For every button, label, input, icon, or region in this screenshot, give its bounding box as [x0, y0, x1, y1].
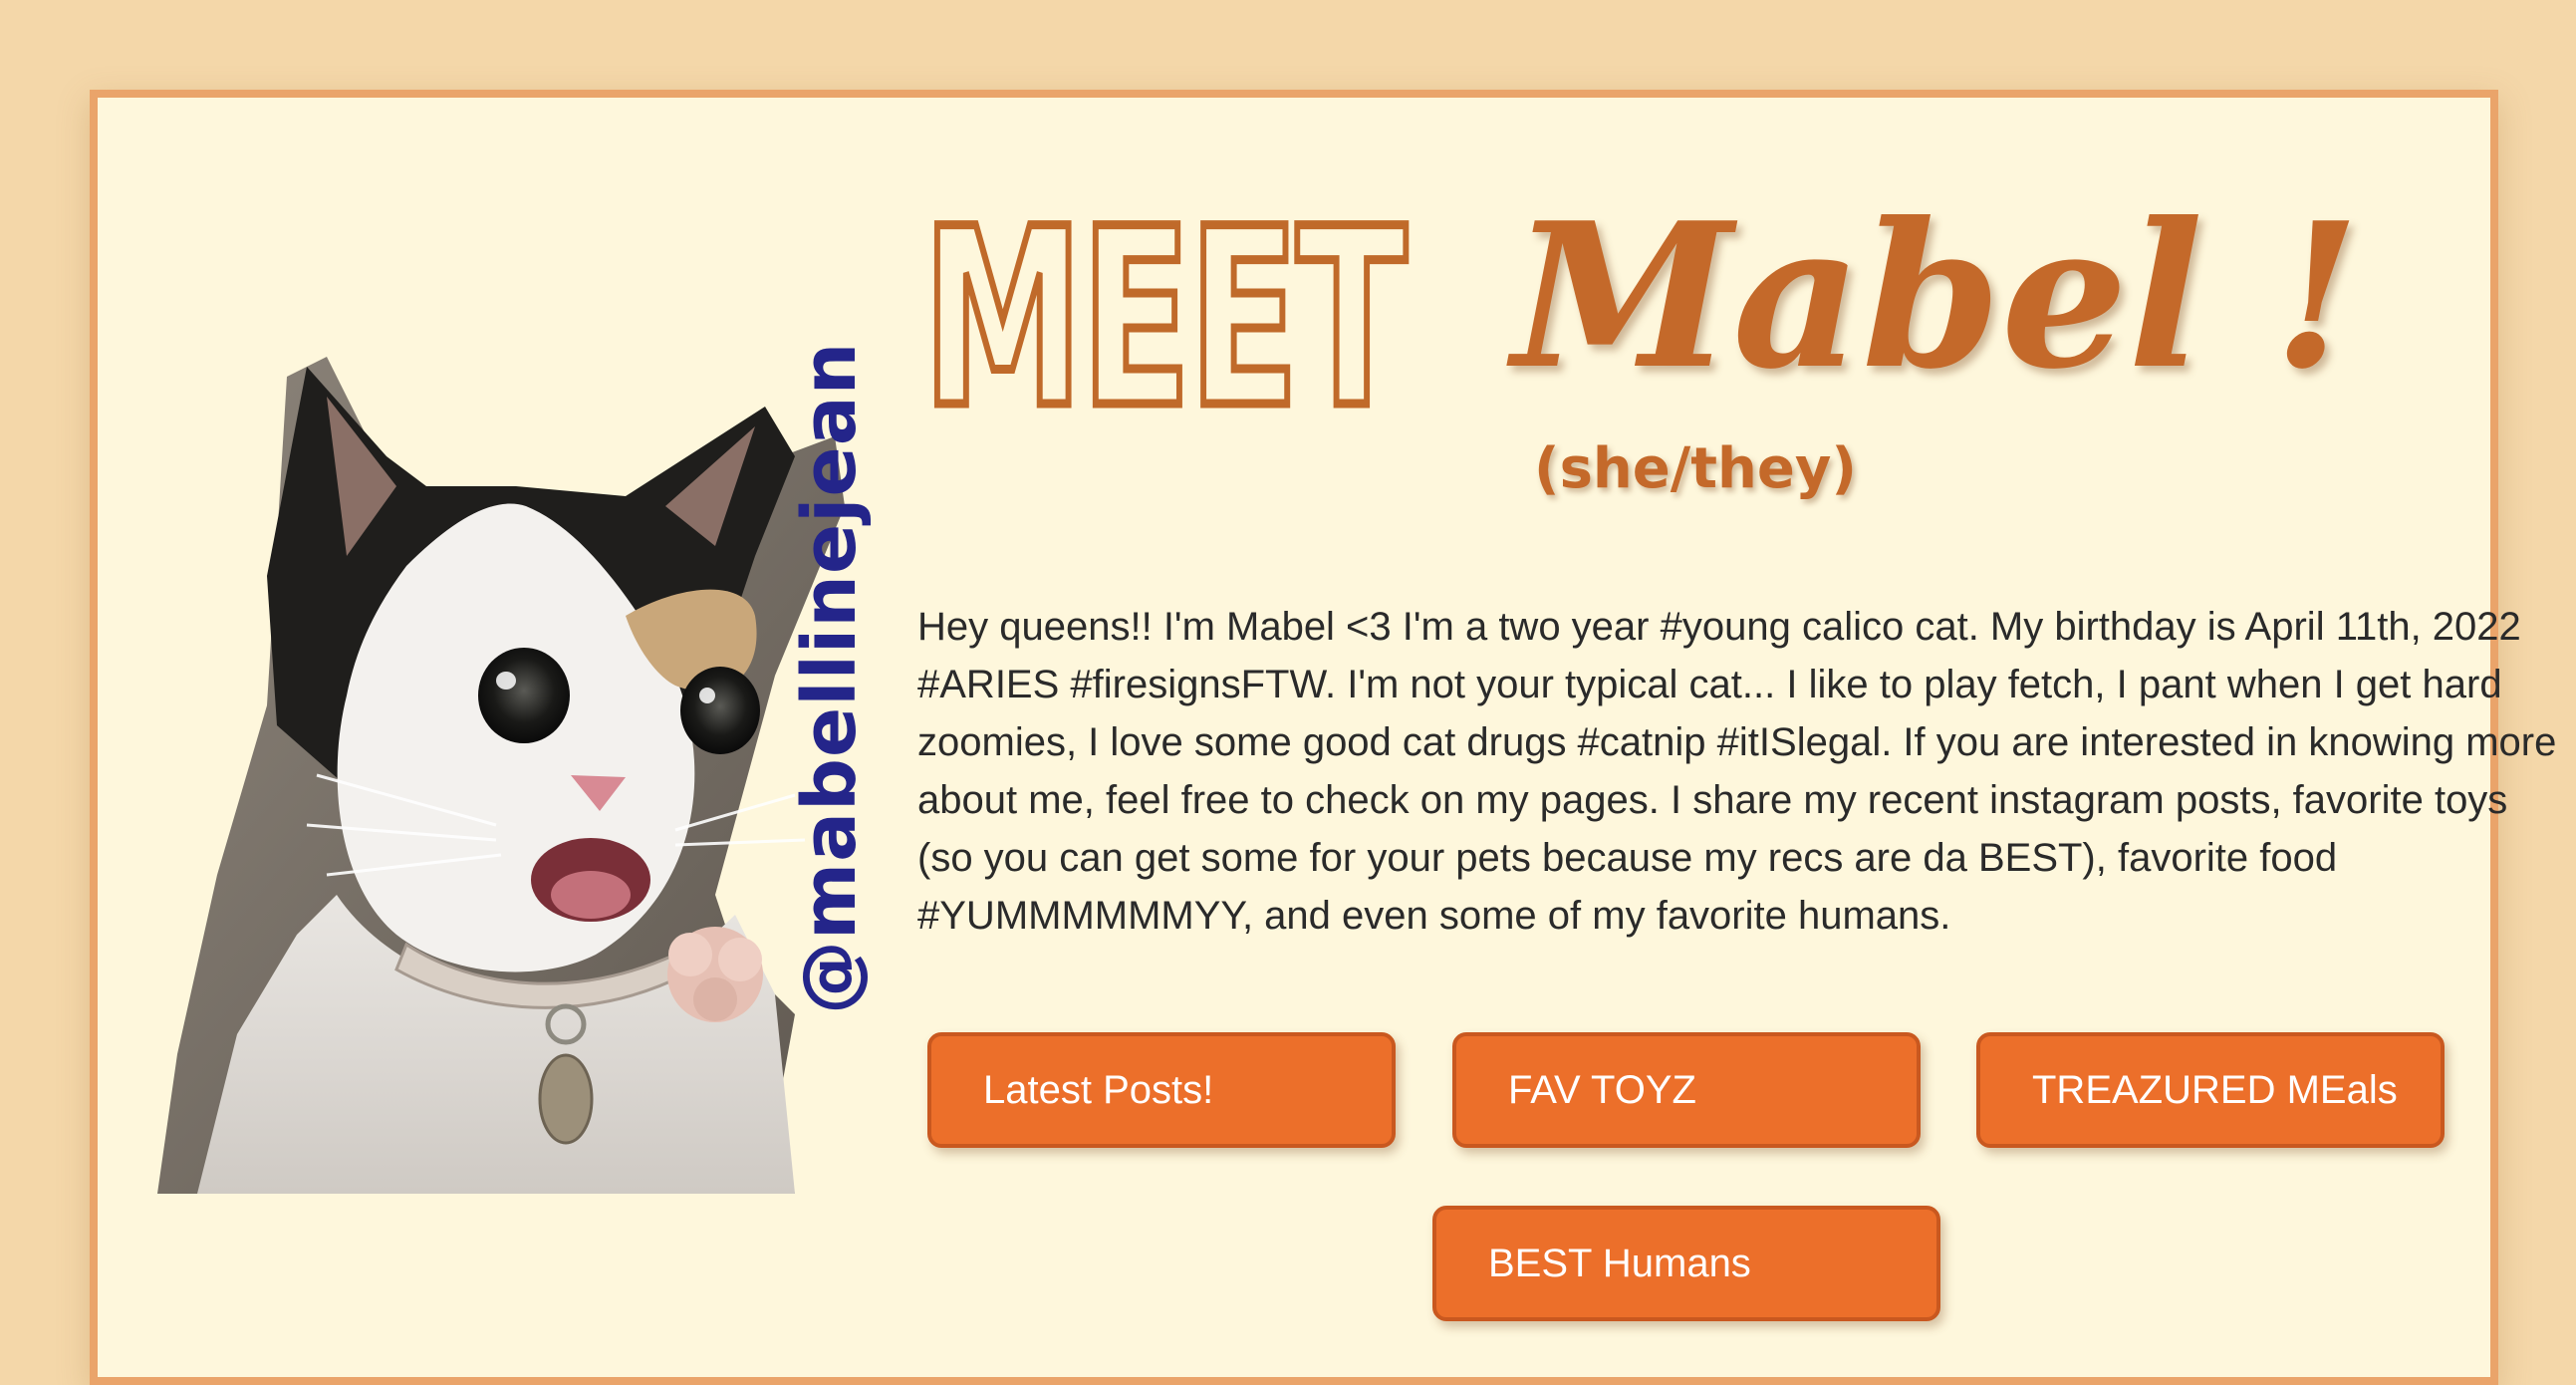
best-humans-button[interactable]: BEST Humans [1432, 1206, 1940, 1321]
cat-photo [157, 257, 855, 1194]
heading-meet: MEET [919, 177, 1410, 462]
heading-name: Mabel ! [1512, 179, 2361, 414]
treazured-meals-button[interactable]: TREAZURED MEals [1976, 1032, 2445, 1148]
instagram-handle: @mabellinejean [787, 341, 873, 1014]
bio-paragraph: Hey queens!! I'm Mabel <3 I'm a two year… [917, 605, 2557, 938]
profile-card: @mabellinejean MEET Mabel ! (she/they) H… [90, 90, 2556, 1385]
pronouns: (she/they) [1534, 436, 1857, 501]
fav-toyz-button[interactable]: FAV TOYZ [1452, 1032, 1921, 1148]
latest-posts-button[interactable]: Latest Posts! [927, 1032, 1396, 1148]
